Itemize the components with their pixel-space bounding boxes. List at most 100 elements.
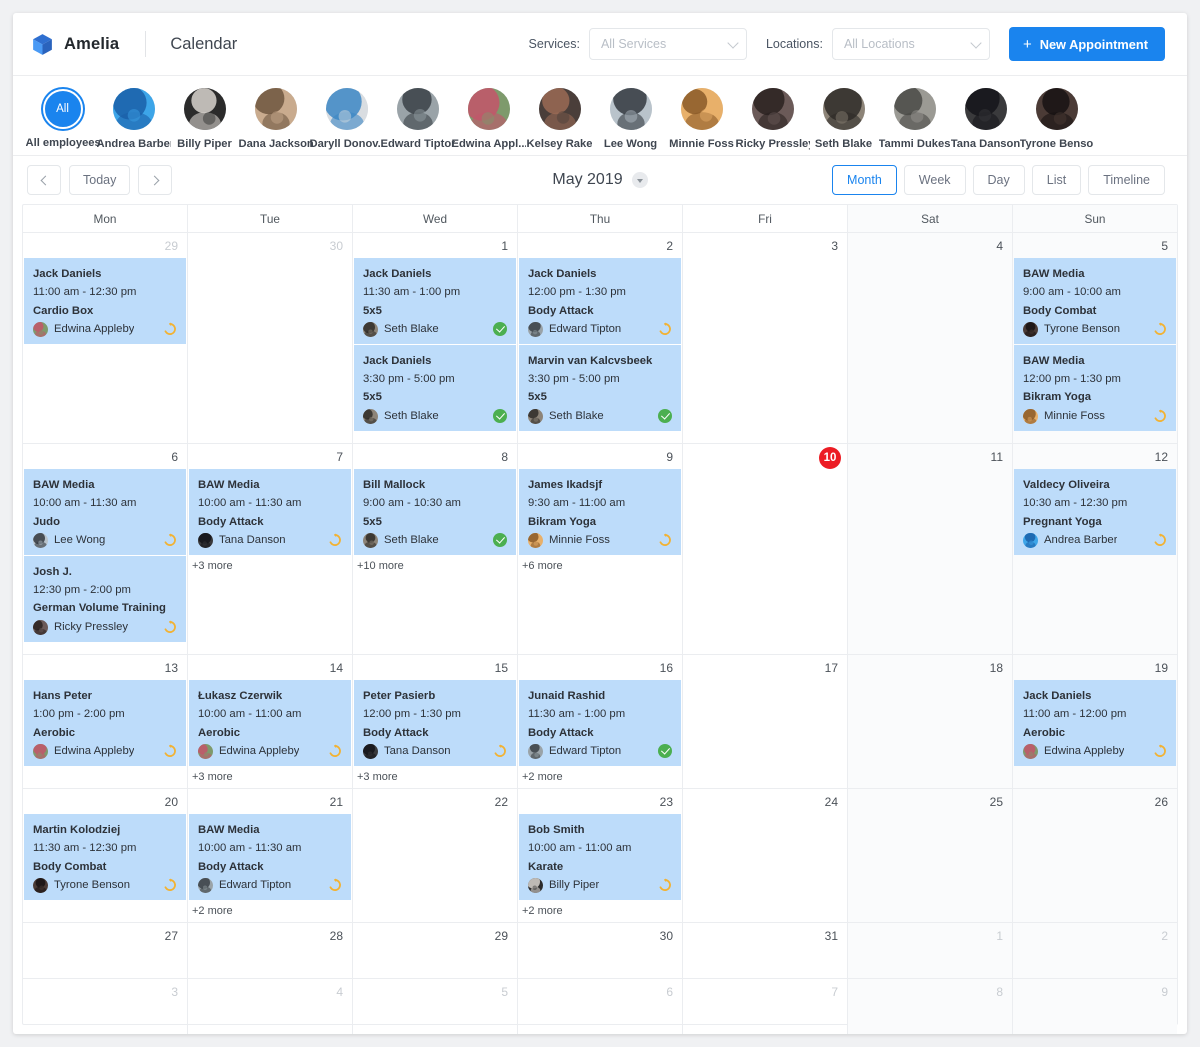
today-button[interactable]: Today	[69, 165, 131, 195]
locations-select[interactable]: All Locations	[831, 28, 990, 60]
more-events-link[interactable]: +3 more	[189, 556, 351, 574]
employee-filter-edward-tipton[interactable]: Edward Tipton	[381, 88, 455, 150]
calendar-title-dropdown-button[interactable]	[631, 172, 648, 188]
appointment-event[interactable]: Josh J. 12:30 pm - 2:00 pm German Volume T…	[24, 555, 186, 642]
employee-filter-billy-piper[interactable]: Billy Piper	[169, 88, 240, 150]
view-button-list[interactable]: List	[1031, 165, 1082, 195]
employee-filter-andrea-barber[interactable]: Andrea Barber	[97, 88, 171, 150]
more-events-link[interactable]: +10 more	[354, 556, 516, 574]
appointment-event[interactable]: Valdecy Oliveira 10:30 am - 12:30 pm Pregn…	[1014, 469, 1176, 555]
more-events-link[interactable]: +6 more	[519, 556, 681, 574]
calendar-day-cell[interactable]: 29	[353, 923, 518, 978]
appointment-event[interactable]: Bob Smith 10:00 am - 11:00 am Karate Billy …	[519, 814, 681, 900]
calendar-day-cell[interactable]: 9 James Ikadsjf 9:30 am - 11:00 am Bikram Y…	[518, 444, 683, 654]
employee-filter-ricky-pressley[interactable]: Ricky Pressley	[736, 88, 810, 150]
appointment-event[interactable]: Jack Daniels 12:00 pm - 1:30 pm Body Attac…	[519, 258, 681, 344]
view-button-week[interactable]: Week	[903, 165, 966, 195]
employee-filter-dana-jackson[interactable]: Dana Jackson	[239, 88, 313, 150]
calendar-day-cell[interactable]: 6	[518, 979, 683, 1034]
employee-filter-tammi-dukes[interactable]: Tammi Dukes	[879, 88, 950, 150]
calendar-day-cell[interactable]: 25	[848, 789, 1013, 922]
calendar-day-cell[interactable]: 1	[848, 923, 1013, 978]
calendar-day-cell[interactable]: 5 BAW Media 9:00 am - 10:00 am Body Combat T…	[1013, 233, 1177, 443]
appointment-event[interactable]: BAW Media 10:00 am - 11:30 am Body Attack T…	[189, 469, 351, 555]
appointment-event[interactable]: Jack Daniels 11:00 am - 12:00 pm Aerobic Ed…	[1014, 680, 1176, 766]
appointment-event[interactable]: BAW Media 12:00 pm - 1:30 pm Bikram Yoga Mi…	[1014, 344, 1176, 431]
calendar-day-cell[interactable]: 4	[188, 979, 353, 1034]
employee-filter-daryll-donov[interactable]: Daryll Donov...	[310, 88, 384, 150]
view-button-timeline[interactable]: Timeline	[1088, 165, 1165, 195]
calendar-day-cell[interactable]: 18	[848, 655, 1013, 788]
appointment-event[interactable]: Martin Kolodziej 11:30 am - 12:30 pm Body …	[24, 814, 186, 900]
calendar-day-cell[interactable]: 2	[1013, 923, 1177, 978]
calendar-day-cell[interactable]: 20 Martin Kolodziej 11:30 am - 12:30 pm Bod…	[23, 789, 188, 922]
more-events-link[interactable]: +3 more	[189, 767, 351, 785]
calendar-day-cell[interactable]: 30	[188, 233, 353, 443]
view-button-month[interactable]: Month	[832, 165, 897, 195]
status-pending-icon	[1153, 322, 1167, 336]
calendar-day-cell[interactable]: 8 Bill Mallock 9:00 am - 10:30 am 5x5 Seth B…	[353, 444, 518, 654]
calendar-day-cell[interactable]: 17	[683, 655, 848, 788]
calendar-day-cell[interactable]: 10	[683, 444, 848, 654]
calendar-day-cell[interactable]: 12 Valdecy Oliveira 10:30 am - 12:30 pm Pre…	[1013, 444, 1177, 654]
calendar-day-cell[interactable]: 31	[683, 923, 848, 978]
calendar-day-cell[interactable]: 14 Łukasz Czerwik 10:00 am - 11:00 am Aerob…	[188, 655, 353, 788]
calendar-day-cell[interactable]: 6 BAW Media 10:00 am - 11:30 am Judo Lee Won…	[23, 444, 188, 654]
calendar-day-cell[interactable]: 16 Junaid Rashid 11:30 am - 1:00 pm Body At…	[518, 655, 683, 788]
calendar-day-cell[interactable]: 9	[1013, 979, 1177, 1034]
calendar-day-cell[interactable]: 2 Jack Daniels 12:00 pm - 1:30 pm Body Atta…	[518, 233, 683, 443]
calendar-day-cell[interactable]: 21 BAW Media 10:00 am - 11:30 am Body Attac…	[188, 789, 353, 922]
calendar-day-cell[interactable]: 24	[683, 789, 848, 922]
appointment-event[interactable]: Marvin van Kalcvsbeek 3:30 pm - 5:00 pm 5x…	[519, 344, 681, 431]
appointment-event[interactable]: Junaid Rashid 11:30 am - 1:00 pm Body Atta…	[519, 680, 681, 766]
employee-filter-tyrone-benson[interactable]: Tyrone Benson	[1020, 88, 1094, 150]
more-events-link[interactable]: +2 more	[519, 901, 681, 919]
more-events-link[interactable]: +2 more	[189, 901, 351, 919]
prev-period-button[interactable]	[27, 165, 61, 195]
appointment-event[interactable]: BAW Media 9:00 am - 10:00 am Body Combat Ty…	[1014, 258, 1176, 344]
calendar-day-cell[interactable]: 5	[353, 979, 518, 1034]
appointment-event[interactable]: Jack Daniels 11:30 am - 1:00 pm 5x5 Seth Bl…	[354, 258, 516, 344]
calendar-day-cell[interactable]: 23 Bob Smith 10:00 am - 11:00 am Karate Bill…	[518, 789, 683, 922]
appointment-event[interactable]: Bill Mallock 9:00 am - 10:30 am 5x5 Seth Bl…	[354, 469, 516, 555]
employee-filter-edwina-appl[interactable]: Edwina Appl...	[452, 88, 526, 150]
avatar-photo	[33, 532, 48, 548]
employee-filter-kelsey-rake[interactable]: Kelsey Rake	[524, 88, 595, 150]
calendar-day-cell[interactable]: 22	[353, 789, 518, 922]
calendar-day-cell[interactable]: 26	[1013, 789, 1177, 922]
calendar-day-cell[interactable]: 27	[23, 923, 188, 978]
calendar-day-cell[interactable]: 30	[518, 923, 683, 978]
more-events-link[interactable]: +2 more	[519, 767, 681, 785]
calendar-day-cell[interactable]: 29 Jack Daniels 11:00 am - 12:30 pm Cardio …	[23, 233, 188, 443]
employee-filter-tana-danson[interactable]: Tana Danson	[950, 88, 1021, 150]
calendar-day-cell[interactable]: 1 Jack Daniels 11:30 am - 1:00 pm 5x5 Seth B…	[353, 233, 518, 443]
calendar-day-cell[interactable]: 13 Hans Peter 1:00 pm - 2:00 pm Aerobic Edwi…	[23, 655, 188, 788]
calendar-day-cell[interactable]: 11	[848, 444, 1013, 654]
more-events-link[interactable]: +3 more	[354, 767, 516, 785]
calendar-day-cell[interactable]: 19 Jack Daniels 11:00 am - 12:00 pm Aerobic…	[1013, 655, 1177, 788]
appointment-event[interactable]: BAW Media 10:00 am - 11:30 am Body Attack E…	[189, 814, 351, 900]
employee-filter-lee-wong[interactable]: Lee Wong	[595, 88, 666, 150]
calendar-day-cell[interactable]: 7 BAW Media 10:00 am - 11:30 am Body Attack…	[188, 444, 353, 654]
appointment-event[interactable]: Peter Pasierb 12:00 pm - 1:30 pm Body Atta…	[354, 680, 516, 766]
calendar-day-cell[interactable]: 8	[848, 979, 1013, 1034]
appointment-event[interactable]: James Ikadsjf 9:30 am - 11:00 am Bikram Yo…	[519, 469, 681, 555]
calendar-day-cell[interactable]: 28	[188, 923, 353, 978]
calendar-day-cell[interactable]: 3	[23, 979, 188, 1034]
appointment-event[interactable]: BAW Media 10:00 am - 11:30 am Judo Lee Wong	[24, 469, 186, 555]
appointment-event[interactable]: Łukasz Czerwik 10:00 am - 11:00 am Aerobic…	[189, 680, 351, 766]
calendar-day-cell[interactable]: 7	[683, 979, 848, 1034]
next-period-button[interactable]	[138, 165, 173, 195]
new-appointment-button[interactable]: + New Appointment	[1008, 27, 1165, 61]
calendar-day-cell[interactable]: 15 Peter Pasierb 12:00 pm - 1:30 pm Body At…	[353, 655, 518, 788]
appointment-event[interactable]: Jack Daniels 3:30 pm - 5:00 pm 5x5 Seth Bla…	[354, 344, 516, 431]
employee-filter-minnie-foss[interactable]: Minnie Foss	[666, 88, 737, 150]
appointment-event[interactable]: Hans Peter 1:00 pm - 2:00 pm Aerobic Edwina…	[24, 680, 186, 766]
view-button-day[interactable]: Day	[972, 165, 1025, 195]
employee-filter-all-employees[interactable]: All All employees	[26, 88, 100, 149]
employee-filter-seth-blake[interactable]: Seth Blake	[808, 88, 879, 150]
services-select[interactable]: All Services	[588, 28, 747, 60]
calendar-day-cell[interactable]: 3	[683, 233, 848, 443]
appointment-event[interactable]: Jack Daniels 11:00 am - 12:30 pm Cardio Bo…	[24, 258, 186, 344]
calendar-day-cell[interactable]: 4	[848, 233, 1013, 443]
